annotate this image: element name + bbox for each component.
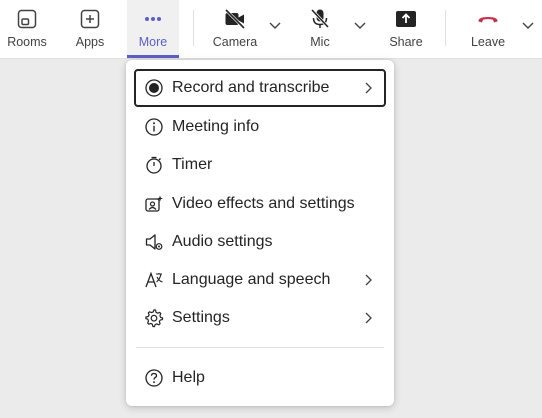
mic-label: Mic — [310, 35, 330, 49]
share-icon — [396, 11, 416, 27]
timer-icon — [146, 156, 162, 174]
menu-item-audio-settings[interactable]: Audio settings — [134, 223, 386, 261]
menu-item-video-effects-and-settings[interactable]: Video effects and settings — [134, 185, 386, 223]
toolbar-divider — [193, 10, 194, 46]
menu-item-label: Record and transcribe — [172, 79, 330, 96]
menu-item-language-and-speech[interactable]: Language and speech — [134, 261, 386, 299]
menu-item-record-and-transcribe[interactable]: Record and transcribe — [134, 69, 386, 107]
hang-up-icon — [478, 17, 498, 23]
rooms-label: Rooms — [7, 35, 47, 49]
mic-off-icon — [310, 8, 330, 29]
share-label: Share — [389, 35, 423, 49]
more-menu: Record and transcribe Meeting info Timer… — [126, 60, 394, 406]
camera-button[interactable]: Camera — [210, 0, 260, 58]
more-icon — [145, 17, 161, 21]
camera-label: Camera — [212, 35, 258, 49]
menu-item-label: Timer — [172, 156, 213, 173]
chevron-right-icon — [365, 274, 372, 286]
share-button[interactable]: Share — [383, 0, 429, 58]
menu-item-timer[interactable]: Timer — [134, 146, 386, 184]
menu-item-label: Video effects and settings — [172, 195, 355, 212]
menu-item-settings[interactable]: Settings — [134, 299, 386, 337]
menu-divider — [136, 347, 384, 348]
mic-button[interactable]: Mic — [298, 0, 342, 58]
toolbar-divider — [445, 10, 446, 46]
mic-options-chevron-icon[interactable] — [352, 17, 368, 33]
camera-off-icon — [224, 8, 246, 30]
rooms-icon — [17, 9, 37, 29]
apps-icon — [80, 9, 100, 29]
menu-item-meeting-info[interactable]: Meeting info — [134, 108, 386, 146]
leave-options-chevron-icon[interactable] — [520, 17, 536, 33]
help-icon — [145, 369, 163, 387]
record-icon — [145, 79, 163, 97]
chevron-right-icon — [365, 82, 372, 94]
more-label: More — [138, 35, 168, 49]
menu-item-label: Meeting info — [172, 118, 260, 135]
gear-icon — [145, 309, 164, 328]
apps-label: Apps — [75, 35, 105, 49]
language-icon — [145, 271, 163, 288]
video-effects-icon — [145, 195, 163, 212]
audio-settings-icon — [145, 234, 163, 250]
info-icon — [145, 118, 163, 136]
menu-item-label: Help — [172, 369, 205, 386]
chevron-right-icon — [365, 312, 372, 324]
leave-label: Leave — [470, 35, 506, 49]
meeting-toolbar: Rooms Apps More Camera Mic Share Leave — [0, 0, 542, 59]
apps-button[interactable]: Apps — [65, 0, 115, 58]
more-button[interactable]: More — [127, 0, 179, 58]
menu-item-label: Language and speech — [172, 271, 331, 288]
camera-options-chevron-icon[interactable] — [267, 17, 283, 33]
menu-item-label: Settings — [172, 309, 230, 326]
leave-button[interactable]: Leave — [464, 0, 512, 58]
menu-item-label: Audio settings — [172, 233, 273, 250]
rooms-button[interactable]: Rooms — [0, 0, 54, 58]
menu-item-help[interactable]: Help — [134, 359, 386, 397]
